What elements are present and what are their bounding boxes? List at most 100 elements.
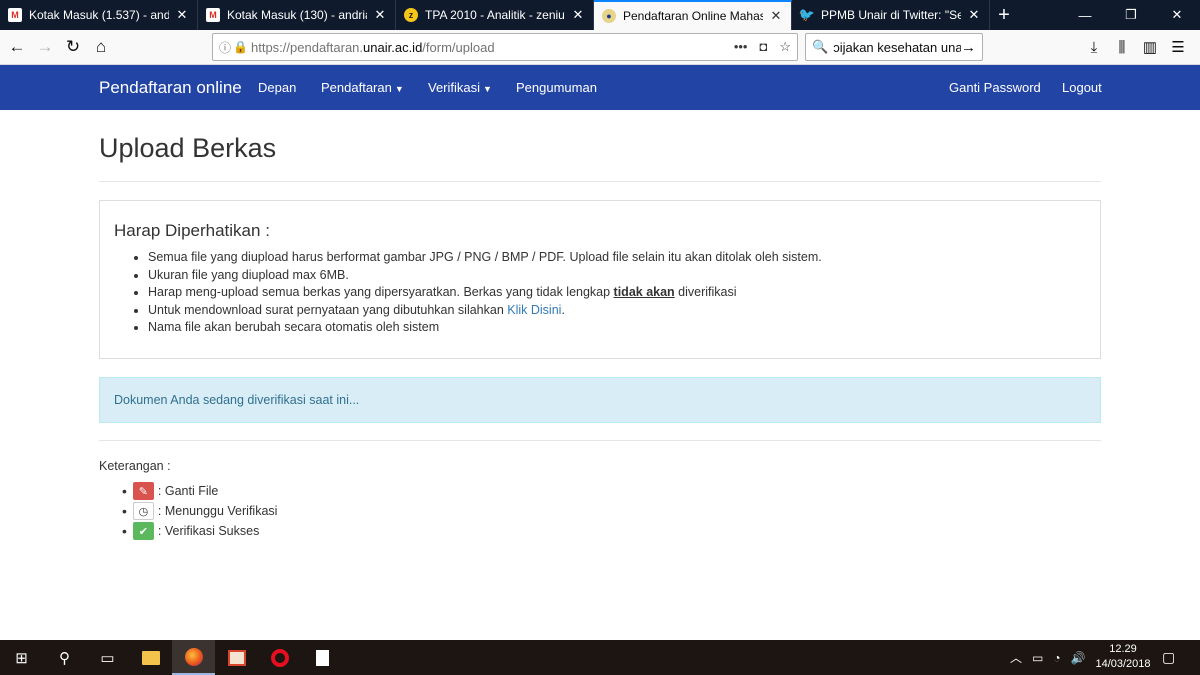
- nav-logout[interactable]: Logout: [1062, 80, 1102, 95]
- window-controls: — ❐ ✕: [1062, 0, 1200, 30]
- tab-title: Kotak Masuk (1.537) - andriany: [29, 8, 169, 22]
- notice-item: Harap meng-upload semua berkas yang dipe…: [148, 284, 1086, 302]
- edit-icon: ✎: [132, 482, 154, 500]
- close-icon[interactable]: ✕: [769, 8, 783, 24]
- task-view-icon[interactable]: ▭: [86, 640, 129, 675]
- library-icon[interactable]: ⫼: [1108, 33, 1136, 61]
- tab-title: Pendaftaran Online Mahasiswa: [623, 9, 763, 23]
- caret-down-icon: ▼: [483, 84, 492, 94]
- notice-item: Untuk mendownload surat pernyataan yang …: [148, 302, 1086, 320]
- clock[interactable]: 12.29 14/03/2018: [1095, 642, 1151, 672]
- clock-icon: ◷: [132, 502, 154, 520]
- new-tab-button[interactable]: +: [990, 0, 1018, 30]
- site-navbar: Pendaftaran online Depan Pendaftaran ▼ Ve…: [0, 65, 1200, 110]
- nav-pengumuman[interactable]: Pengumuman: [516, 80, 597, 95]
- gmail-icon: M: [8, 8, 22, 22]
- tab-gmail-1[interactable]: M Kotak Masuk (1.537) - andriany ✕: [0, 0, 198, 30]
- notice-text: diverifikasi: [674, 285, 737, 299]
- chevron-up-icon[interactable]: ︿: [1010, 649, 1022, 666]
- browser-tab-strip: M Kotak Masuk (1.537) - andriany ✕ M Kot…: [0, 0, 1200, 30]
- check-icon: ✔: [132, 522, 154, 540]
- home-icon[interactable]: ⌂: [87, 33, 115, 61]
- tab-twitter[interactable]: 🐦 PPMB Unair di Twitter: "Selama ✕: [792, 0, 990, 30]
- firefox-icon[interactable]: [172, 640, 215, 675]
- url-prefix: https://pendaftaran.: [251, 39, 364, 55]
- tab-zenius[interactable]: z TPA 2010 - Analitik - zenius.net ✕: [396, 0, 594, 30]
- tab-pendaftaran[interactable]: ● Pendaftaran Online Mahasiswa ✕: [594, 0, 792, 30]
- tab-gmail-2[interactable]: M Kotak Masuk (130) - andrian11( ✕: [198, 0, 396, 30]
- app-icon[interactable]: [215, 640, 258, 675]
- search-go-icon[interactable]: →: [961, 39, 976, 56]
- close-icon[interactable]: ✕: [175, 7, 189, 23]
- battery-icon[interactable]: ▭: [1032, 651, 1043, 665]
- bookmark-star-icon[interactable]: ☆: [779, 39, 791, 55]
- notice-emphasis: tidak akan: [613, 285, 675, 299]
- notice-item: Ukuran file yang diupload max 6MB.: [148, 267, 1086, 285]
- info-icon[interactable]: ⓘ: [219, 39, 233, 56]
- minimize-icon[interactable]: —: [1062, 0, 1108, 30]
- url-path: /form/upload: [422, 39, 495, 55]
- tab-title: Kotak Masuk (130) - andrian11(: [227, 8, 367, 22]
- unair-icon: ●: [602, 9, 616, 23]
- download-link[interactable]: Klik Disini: [507, 303, 561, 317]
- url-bar[interactable]: ⓘ 🔒 https://pendaftaran.unair.ac.id/form…: [212, 33, 798, 61]
- zenius-icon: z: [404, 8, 418, 22]
- back-icon[interactable]: ←: [3, 33, 31, 61]
- restore-icon[interactable]: ❐: [1108, 0, 1154, 30]
- nav-verifikasi[interactable]: Verifikasi ▼: [428, 80, 492, 95]
- notice-item: Semua file yang diupload harus berformat…: [148, 249, 1086, 267]
- window-close-icon[interactable]: ✕: [1154, 0, 1200, 30]
- volume-icon[interactable]: 🔊: [1071, 651, 1086, 665]
- pocket-icon[interactable]: ◘: [759, 39, 767, 55]
- legend-text: : Verifikasi Sukses: [157, 524, 260, 538]
- close-icon[interactable]: ✕: [373, 7, 387, 23]
- notice-panel: Harap Diperhatikan : Semua file yang diu…: [99, 200, 1101, 359]
- nav-pendaftaran[interactable]: Pendaftaran ▼: [321, 80, 404, 95]
- windows-taskbar: ⊞ ⚲ ▭ ︿ ▭ ◔ 🔊 12.29 14/03/2018 ▢: [0, 640, 1200, 675]
- clock-time: 12.29: [1109, 643, 1137, 655]
- close-icon[interactable]: ✕: [571, 7, 585, 23]
- more-actions-icon[interactable]: •••: [734, 39, 748, 55]
- notification-icon[interactable]: ▢: [1162, 649, 1175, 666]
- legend-text: : Menunggu Verifikasi: [157, 504, 278, 518]
- twitter-icon: 🐦: [798, 7, 816, 22]
- forward-icon[interactable]: →: [31, 33, 59, 61]
- download-icon[interactable]: ⤓: [1080, 33, 1108, 61]
- page-actions: ••• ◘ ☆: [734, 39, 791, 55]
- nav-depan[interactable]: Depan: [258, 80, 296, 95]
- reload-icon[interactable]: ↻: [59, 33, 87, 61]
- close-icon[interactable]: ✕: [967, 7, 981, 23]
- legend-text: : Ganti File: [157, 484, 219, 498]
- divider: [99, 181, 1101, 182]
- toolbar-right: ⤓ ⫼ ▥ ☰: [1080, 33, 1192, 61]
- brand-link[interactable]: Pendaftaran online: [99, 78, 242, 98]
- legend-label: Keterangan :: [99, 459, 171, 473]
- tab-title: TPA 2010 - Analitik - zenius.net: [425, 8, 565, 22]
- notice-item: Nama file akan berubah secara otomatis o…: [148, 319, 1086, 337]
- windows-start-icon[interactable]: ⊞: [0, 640, 43, 675]
- lock-icon[interactable]: 🔒: [233, 40, 251, 54]
- gmail-icon: M: [206, 8, 220, 22]
- document-icon[interactable]: [301, 640, 344, 675]
- notice-text: Untuk mendownload surat pernyataan yang …: [148, 302, 508, 317]
- search-bar[interactable]: 🔍 ɔijakan kesehatan unair →: [805, 33, 983, 61]
- nav-verifikasi-label: Verifikasi: [428, 80, 481, 95]
- verification-alert: Dokumen Anda sedang diverifikasi saat in…: [99, 377, 1101, 423]
- wifi-icon[interactable]: ◔: [1053, 651, 1060, 665]
- notice-text: .: [561, 302, 565, 317]
- notice-heading: Harap Diperhatikan :: [114, 221, 270, 240]
- menu-icon[interactable]: ☰: [1164, 33, 1192, 61]
- search-icon[interactable]: ⚲: [43, 640, 86, 675]
- page-title: Upload Berkas: [99, 133, 277, 163]
- search-input[interactable]: ɔijakan kesehatan unair: [833, 40, 961, 55]
- nav-pendaftaran-label: Pendaftaran: [321, 80, 392, 95]
- url-text[interactable]: https://pendaftaran.unair.ac.id/form/upl…: [251, 40, 734, 55]
- nav-ganti-password[interactable]: Ganti Password: [949, 80, 1041, 95]
- file-explorer-icon[interactable]: [129, 640, 172, 675]
- sidebar-icon[interactable]: ▥: [1136, 33, 1164, 61]
- opera-icon[interactable]: [258, 640, 301, 675]
- search-icon: 🔍: [812, 39, 829, 54]
- divider: [99, 440, 1101, 441]
- legend-item-ganti: ✎: Ganti File: [122, 481, 277, 501]
- url-domain: unair.ac.id: [363, 39, 423, 55]
